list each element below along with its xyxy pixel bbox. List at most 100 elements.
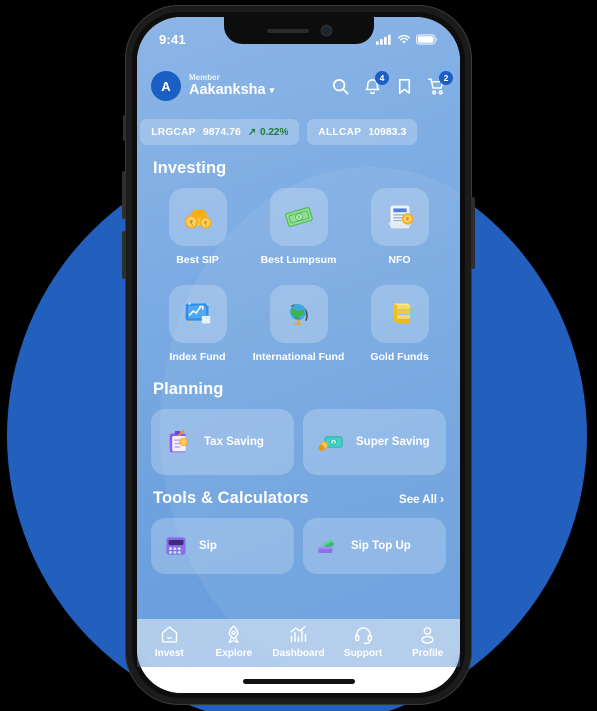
calculator-icon xyxy=(166,537,186,555)
gold-bars-icon xyxy=(370,285,429,344)
bar-chart-icon xyxy=(290,625,307,643)
svg-text:₹: ₹ xyxy=(405,216,409,223)
banknotes-icon: ₹ xyxy=(269,188,328,246)
cellular-bars-icon xyxy=(376,34,391,45)
cart-icon[interactable]: 2 xyxy=(427,70,453,96)
tab-explore[interactable]: Explore xyxy=(204,624,264,659)
card-label: Tax Saving xyxy=(204,436,264,449)
chevron-down-icon[interactable]: ▾ xyxy=(270,85,275,95)
svg-text:$: $ xyxy=(332,440,335,446)
globe-icon xyxy=(269,285,328,344)
investing-grid: ₹ ₹ Best SIP ₹ Best Lumpsum ₹ NFO Index … xyxy=(151,188,446,364)
user-block[interactable]: Member Aakanksha ▾ xyxy=(189,72,275,99)
user-role-label: Member xyxy=(189,72,220,82)
tile-label: Best SIP xyxy=(176,254,219,266)
status-time: 9:41 xyxy=(159,31,186,47)
tile-label: International Fund xyxy=(252,351,345,364)
ticker-name: ALLCAP xyxy=(318,126,362,138)
document-coin-icon: ₹ xyxy=(370,188,429,246)
front-camera xyxy=(321,26,331,35)
investing-item-index-fund[interactable]: Index Fund xyxy=(151,285,244,364)
rocket-icon xyxy=(228,625,239,644)
ticker-change: 0.22% xyxy=(248,127,288,138)
home-indicator[interactable] xyxy=(242,679,355,684)
app-header: A Member Aakanksha ▾ 4 2 xyxy=(137,61,460,111)
phone-screen: 9:41 A Member Aakanksha ▾ 4 2 LRGCAP 987… xyxy=(137,17,460,693)
tile-label: Best Lumpsum xyxy=(260,254,337,266)
ticker-name: LRGCAP xyxy=(151,126,196,138)
tile-label: Index Fund xyxy=(169,351,226,364)
see-all-link[interactable]: See All › xyxy=(399,494,444,506)
planning-item-super-saving[interactable]: $ Super Saving xyxy=(303,409,446,476)
bell-badge: 4 xyxy=(375,70,389,85)
section-title-investing: Investing xyxy=(153,159,227,177)
tab-label: Explore xyxy=(215,648,253,659)
power-button[interactable] xyxy=(471,197,475,269)
clipboard-coin-icon xyxy=(169,430,188,453)
tab-label: Profile xyxy=(412,648,444,659)
tab-label: Invest xyxy=(154,648,184,659)
tile-label: NFO xyxy=(388,254,411,266)
cart-badge: 2 xyxy=(439,70,453,85)
tool-item-sip[interactable]: Sip xyxy=(151,518,294,575)
bottom-navigation: Invest Explore Dashboard Support Profile xyxy=(137,619,460,667)
tab-support[interactable]: Support xyxy=(333,624,393,659)
bookmark-icon[interactable] xyxy=(395,77,414,96)
coins-icon: ₹ ₹ xyxy=(168,188,227,246)
bell-icon[interactable]: 4 xyxy=(363,70,389,96)
tool-label: Sip xyxy=(199,540,217,553)
card-label: Super Saving xyxy=(356,436,430,449)
screenshot-stage: 9:41 A Member Aakanksha ▾ 4 2 LRGCAP 987… xyxy=(0,0,597,711)
tab-dashboard[interactable]: Dashboard xyxy=(268,624,328,659)
svg-text:₹: ₹ xyxy=(203,221,207,228)
tile-label: Gold Funds xyxy=(370,351,429,364)
speaker-grille xyxy=(266,28,309,33)
person-icon xyxy=(421,627,434,644)
tab-profile[interactable]: Profile xyxy=(398,624,458,659)
avatar[interactable]: A xyxy=(151,71,181,101)
wifi-icon xyxy=(397,34,411,44)
home-indicator-area xyxy=(137,667,460,693)
volume-down-button[interactable] xyxy=(122,231,126,279)
tab-label: Support xyxy=(343,648,383,659)
main-content: Investing ₹ ₹ Best SIP ₹ Best Lumpsum ₹ … xyxy=(137,151,460,693)
section-title-planning: Planning xyxy=(153,380,224,399)
investing-item-best-sip[interactable]: ₹ ₹ Best SIP xyxy=(151,188,244,267)
headset-icon xyxy=(354,627,372,644)
volume-up-button[interactable] xyxy=(122,171,126,219)
ticker-chip[interactable]: LRGCAP 9874.76 0.22% xyxy=(140,119,300,145)
ticker-chip[interactable]: ALLCAP 10983.3 xyxy=(307,119,418,145)
device-notch xyxy=(223,17,374,44)
tools-grid: Sip Sip Top Up xyxy=(151,518,446,575)
svg-text:₹: ₹ xyxy=(189,219,193,227)
planning-item-tax-saving[interactable]: Tax Saving xyxy=(151,409,294,476)
wallet-cash-icon xyxy=(318,539,335,554)
phone-frame: 9:41 A Member Aakanksha ▾ 4 2 LRGCAP 987… xyxy=(122,5,475,705)
chart-screen-icon xyxy=(168,285,227,344)
header-actions: 4 2 xyxy=(331,70,453,96)
status-indicators xyxy=(376,33,438,45)
planning-grid: Tax Saving $ Super Saving xyxy=(151,409,446,476)
ticker-value: 10983.3 xyxy=(368,126,407,138)
investing-item-nfo[interactable]: ₹ NFO xyxy=(353,188,446,267)
phone-bezel: 9:41 A Member Aakanksha ▾ 4 2 LRGCAP 987… xyxy=(132,12,465,698)
tool-label: Sip Top Up xyxy=(351,540,411,553)
user-name-text: Aakanksha xyxy=(189,82,266,99)
market-ticker[interactable]: % ) LRGCAP 9874.76 0.22% ALLCAP xyxy=(137,113,460,151)
tab-label: Dashboard xyxy=(272,648,325,659)
section-header-tools: Tools & Calculators See All › xyxy=(153,489,444,508)
tab-invest[interactable]: Invest xyxy=(139,624,199,659)
investing-item-best-lumpsum[interactable]: ₹ Best Lumpsum xyxy=(252,188,345,267)
search-icon[interactable] xyxy=(331,77,350,96)
cash-coins-icon: $ xyxy=(318,436,343,452)
app-surface: 9:41 A Member Aakanksha ▾ 4 2 LRGCAP 987… xyxy=(137,17,460,693)
ticker-value: 9874.76 xyxy=(202,126,241,138)
tool-item-sip-top-up[interactable]: Sip Top Up xyxy=(303,518,446,575)
battery-icon xyxy=(416,33,438,45)
section-title-tools: Tools & Calculators xyxy=(153,489,309,508)
investing-item-gold-funds[interactable]: Gold Funds xyxy=(353,285,446,364)
mute-switch[interactable] xyxy=(123,115,126,141)
home-icon xyxy=(161,626,177,643)
user-name[interactable]: Aakanksha ▾ xyxy=(189,82,275,99)
investing-item-international-fund[interactable]: International Fund xyxy=(252,285,345,364)
